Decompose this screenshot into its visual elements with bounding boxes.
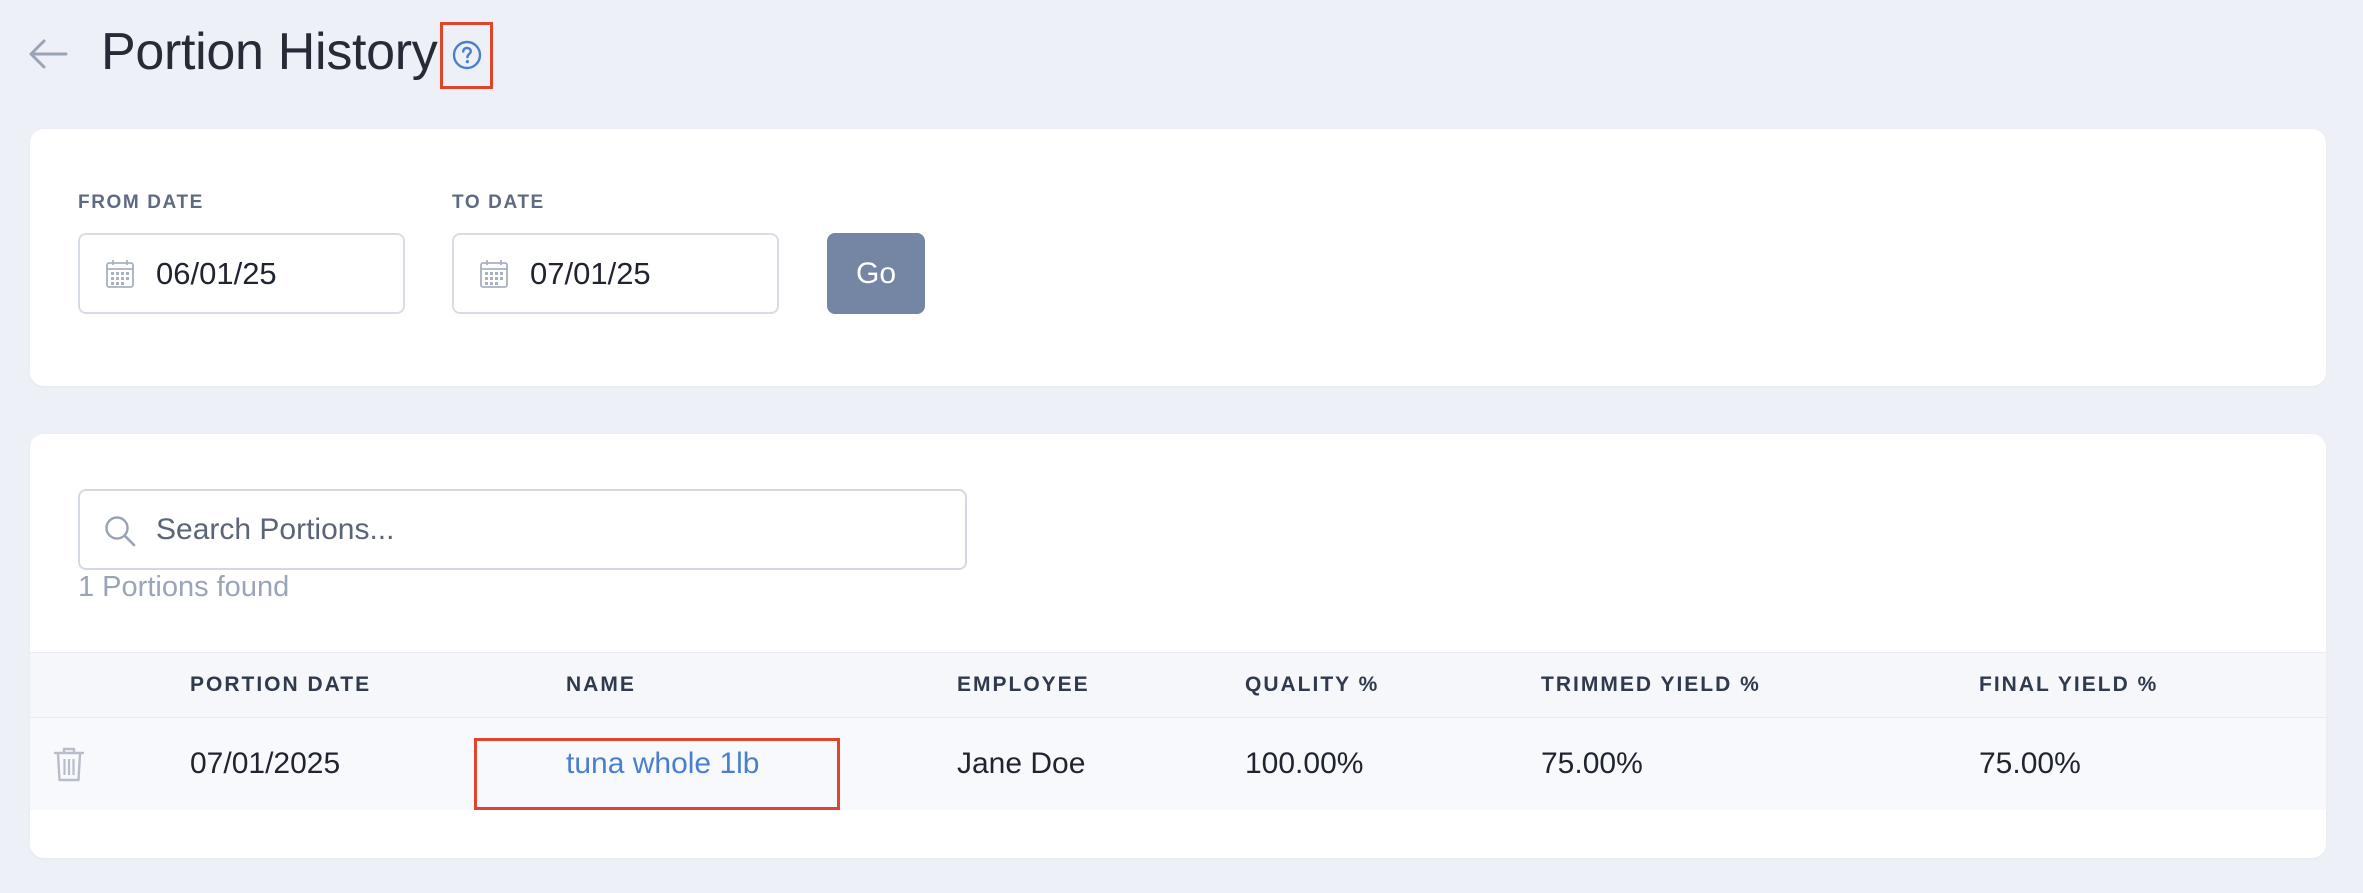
calendar-icon (480, 260, 508, 288)
cell-final-yield: 75.00% (1979, 747, 2081, 780)
column-header-quality[interactable]: QUALITY % (1245, 653, 1379, 717)
from-date-input[interactable]: 06/01/25 (78, 233, 405, 314)
from-date-value: 06/01/25 (156, 256, 277, 291)
column-header-employee[interactable]: EMPLOYEE (957, 653, 1090, 717)
column-header-portion-date[interactable]: PORTION DATE (190, 653, 371, 717)
cell-trimmed-yield: 75.00% (1541, 747, 1643, 780)
to-date-input[interactable]: 07/01/25 (452, 233, 779, 314)
search-input[interactable] (156, 491, 946, 568)
to-date-value: 07/01/25 (530, 256, 651, 291)
trash-icon[interactable] (52, 745, 86, 783)
search-icon (105, 516, 136, 547)
column-header-name[interactable]: NAME (566, 653, 636, 717)
help-icon[interactable] (451, 39, 483, 71)
from-date-label: FROM DATE (78, 192, 204, 213)
search-box[interactable] (78, 489, 967, 570)
table-header: PORTION DATE NAME EMPLOYEE QUALITY % TRI… (30, 652, 2326, 718)
portion-name-link[interactable]: tuna whole 1lb (566, 747, 759, 780)
column-header-trimmed-yield[interactable]: TRIMMED YIELD % (1541, 653, 1761, 717)
back-arrow-icon[interactable] (24, 30, 72, 78)
cell-name: tuna whole 1lb (566, 718, 759, 810)
to-date-label: TO DATE (452, 192, 545, 213)
calendar-icon (106, 260, 134, 288)
go-button[interactable]: Go (827, 233, 925, 314)
column-header-final-yield[interactable]: FINAL YIELD % (1979, 653, 2158, 717)
help-highlight (440, 22, 493, 89)
page-title: Portion History (101, 23, 438, 81)
page-header: Portion History (0, 0, 2363, 110)
cell-quality: 100.00% (1245, 747, 1364, 780)
cell-portion-date: 07/01/2025 (190, 747, 341, 780)
table-row: 07/01/2025 tuna whole 1lb Jane Doe 100.0… (30, 718, 2326, 810)
cell-employee: Jane Doe (957, 747, 1086, 780)
filter-card: FROM DATE 06/01/25 TO DATE 07/01/25 Go (30, 129, 2326, 386)
results-count: 1 Portions found (78, 571, 290, 603)
results-card: 1 Portions found PORTION DATE NAME EMPLO… (30, 434, 2326, 858)
